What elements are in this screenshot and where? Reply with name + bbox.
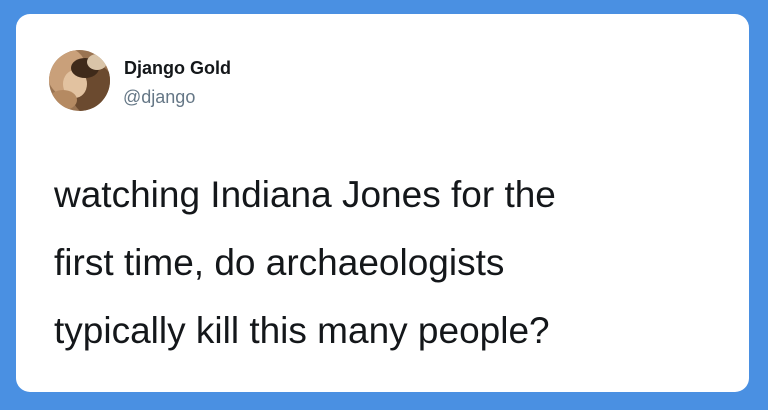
author-handle[interactable]: @django — [123, 87, 195, 107]
author-display-name[interactable]: Django Gold — [124, 58, 231, 78]
profile-photo-icon — [49, 50, 110, 111]
tweet-text: watching Indiana Jones for the first tim… — [54, 161, 734, 365]
avatar[interactable] — [49, 50, 110, 111]
tweet-text-line: watching Indiana Jones for the — [54, 174, 556, 215]
tweet-text-line: typically kill this many people? — [54, 310, 550, 351]
tweet-text-line: first time, do archaeologists — [54, 242, 505, 283]
tweet-card: Django Gold @django watching Indiana Jon… — [16, 14, 749, 392]
